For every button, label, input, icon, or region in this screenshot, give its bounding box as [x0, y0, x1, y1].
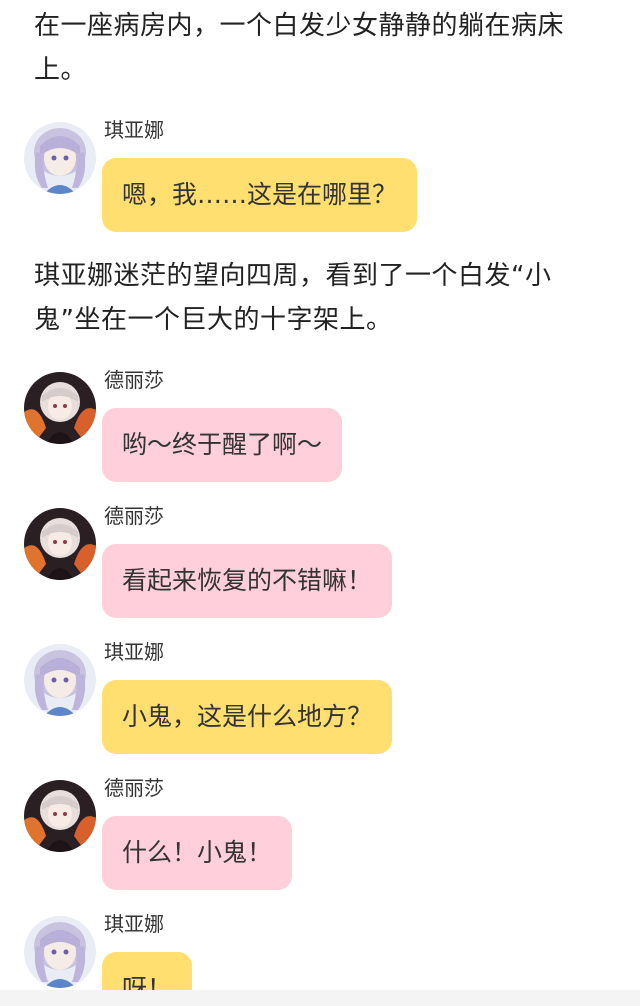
message-bubble: 什么！小鬼！: [102, 816, 293, 890]
theresa-avatar[interactable]: [24, 780, 96, 852]
kiana-avatar[interactable]: [24, 644, 96, 716]
narration-text: 在一座病房内，一个白发少女静静的躺在病床上。: [34, 11, 565, 85]
narration-text: 琪亚娜迷茫的望向四周，看到了一个白发“小鬼”坐在一个巨大的十字架上。: [34, 261, 552, 335]
message-bubble: 看起来恢复的不错嘛！: [102, 544, 393, 618]
speaker-name: 琪亚娜: [104, 118, 164, 142]
message-bubble: 小鬼，这是什么地方？: [102, 680, 393, 754]
message-bubble: 哟～终于醒了啊～: [102, 408, 343, 482]
theresa-avatar[interactable]: [24, 508, 96, 580]
speaker-name: 德丽莎: [104, 776, 164, 800]
bottom-bar: [0, 990, 640, 1006]
kiana-avatar[interactable]: [24, 916, 96, 988]
theresa-avatar[interactable]: [24, 372, 96, 444]
speaker-name: 琪亚娜: [104, 640, 164, 664]
speaker-name: 德丽莎: [104, 368, 164, 392]
message-bubble: 嗯，我……这是在哪里？: [102, 158, 418, 232]
kiana-avatar[interactable]: [24, 122, 96, 194]
speaker-name: 琪亚娜: [104, 912, 164, 936]
speaker-name: 德丽莎: [104, 504, 164, 528]
